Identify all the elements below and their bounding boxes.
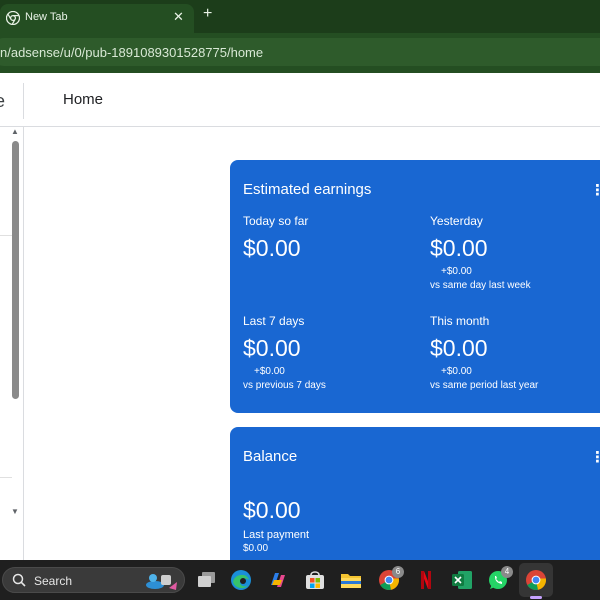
page-title: Home <box>63 91 104 108</box>
search-icon <box>12 573 26 587</box>
this-month-compare: vs same period last year <box>430 380 539 391</box>
this-month-label: This month <box>430 314 490 328</box>
last-7-days-delta: +$0.00 <box>254 366 285 377</box>
browser-tab[interactable]: New Tab ✕ <box>0 4 194 33</box>
edge-icon[interactable] <box>229 568 253 592</box>
balance-card-title: Balance <box>243 448 298 465</box>
taskbar-search-label: Search <box>34 574 73 588</box>
new-tab-icon[interactable]: + <box>203 5 212 23</box>
last-payment-value: $0.00 <box>243 543 269 554</box>
scroll-up-icon[interactable]: ▲ <box>11 127 19 136</box>
task-view-icon[interactable] <box>195 568 219 592</box>
yesterday-compare: vs same day last week <box>430 280 531 291</box>
yesterday-label: Yesterday <box>430 214 483 228</box>
screen: New Tab ✕ + n/adsense/u/0/pub-1891089301… <box>0 0 600 600</box>
address-bar-url[interactable]: n/adsense/u/0/pub-1891089301528775/home <box>0 45 263 60</box>
yesterday-value: $0.00 <box>430 235 488 261</box>
sidebar-scrollbar-thumb[interactable] <box>12 141 19 399</box>
taskbar: Search 6 4 <box>0 560 600 600</box>
active-app-indicator <box>530 596 542 599</box>
chrome-icon[interactable] <box>524 568 548 592</box>
this-month-delta: +$0.00 <box>441 366 472 377</box>
excel-icon[interactable] <box>450 568 474 592</box>
browser-toolbar: n/adsense/u/0/pub-1891089301528775/home <box>0 33 600 73</box>
sidebar-divider <box>0 235 12 236</box>
whatsapp-notification-badge: 4 <box>501 566 513 578</box>
balance-value: $0.00 <box>243 497 301 523</box>
tab-title: New Tab <box>25 11 68 23</box>
product-name-fragment: e <box>0 91 6 111</box>
store-icon[interactable] <box>303 568 327 592</box>
balance-card: Balance ⋮ $0.00 Last payment $0.00 <box>230 427 600 577</box>
taskbar-search-box[interactable]: Search <box>2 567 185 593</box>
netflix-icon[interactable] <box>414 568 438 592</box>
estimated-earnings-card: Estimated earnings ⋮ Today so far $0.00 … <box>230 160 600 413</box>
sidebar-divider <box>0 477 12 478</box>
last-payment-label: Last payment <box>243 529 310 541</box>
copilot-icon[interactable] <box>266 568 290 592</box>
last-7-days-label: Last 7 days <box>243 314 305 328</box>
today-label: Today so far <box>243 214 309 228</box>
browser-tab-bar: New Tab ✕ + <box>0 0 600 33</box>
chrome-notification-badge: 6 <box>392 566 404 578</box>
header-divider <box>23 83 24 119</box>
yesterday-delta: +$0.00 <box>441 266 472 277</box>
earnings-card-title: Estimated earnings <box>243 181 372 198</box>
last-7-days-compare: vs previous 7 days <box>243 380 326 391</box>
scroll-down-icon[interactable]: ▼ <box>11 507 19 516</box>
close-tab-icon[interactable]: ✕ <box>173 9 184 25</box>
sidebar: ▲ ▼ <box>0 127 24 560</box>
last-7-days-value: $0.00 <box>243 335 301 361</box>
file-explorer-icon[interactable] <box>339 568 363 592</box>
search-highlight-icon <box>146 574 177 590</box>
this-month-value: $0.00 <box>430 335 488 361</box>
today-value: $0.00 <box>243 235 301 261</box>
app-header: e Home <box>0 73 600 127</box>
more-options-icon[interactable]: ⋮ <box>590 183 600 198</box>
more-options-icon[interactable]: ⋮ <box>590 450 600 465</box>
chrome-icon <box>6 11 20 25</box>
